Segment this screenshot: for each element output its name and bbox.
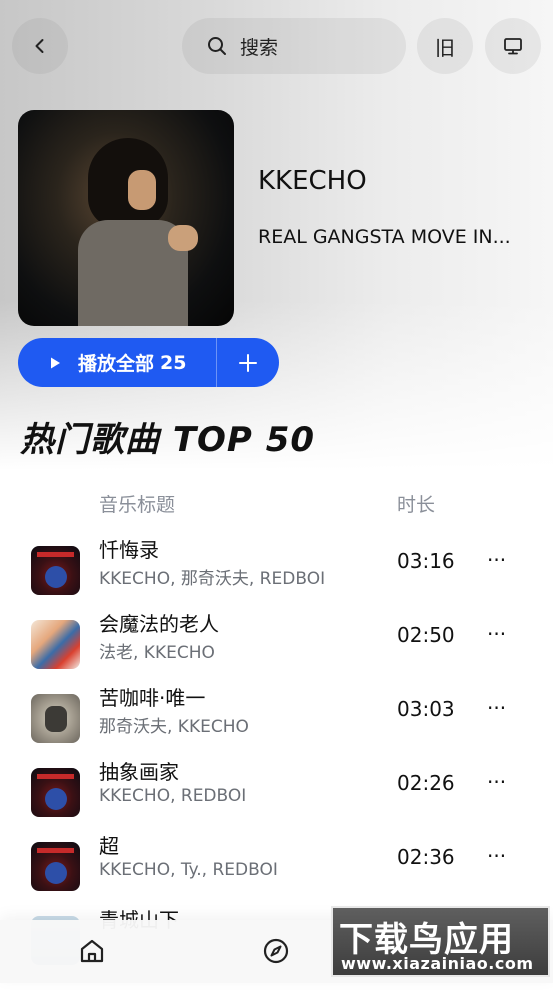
song-duration: 02:36 xyxy=(397,845,455,869)
screen-cast-button[interactable] xyxy=(485,18,541,74)
song-title: 抽象画家 xyxy=(99,760,179,784)
song-row[interactable]: 忏悔录 KKECHO, 那奇沃夫, REDBOI 03:16 ··· xyxy=(0,538,553,620)
play-all-control: 播放全部 25 xyxy=(18,338,279,387)
old-version-button[interactable]: 旧 xyxy=(417,18,473,74)
cover-art-detail xyxy=(128,170,156,210)
song-thumbnail xyxy=(31,620,80,669)
song-thumbnail xyxy=(31,768,80,817)
column-header-duration: 时长 xyxy=(397,494,436,516)
column-header-title: 音乐标题 xyxy=(99,494,176,516)
song-artists: KKECHO, 那奇沃夫, REDBOI xyxy=(99,569,326,589)
album-name[interactable]: REAL GANGSTA MOVE IN... xyxy=(258,226,538,248)
song-row[interactable]: 抽象画家 KKECHO, REDBOI 02:26 ··· xyxy=(0,760,553,842)
play-icon xyxy=(51,357,60,368)
song-duration: 02:50 xyxy=(397,623,455,647)
chevron-left-icon xyxy=(35,39,44,53)
search-bar[interactable]: 搜索 xyxy=(182,18,406,74)
song-duration: 03:16 xyxy=(397,549,455,573)
old-version-label: 旧 xyxy=(435,35,455,60)
more-options-button[interactable]: ··· xyxy=(487,696,506,720)
song-row[interactable]: 超 KKECHO, Ty., REDBOI 02:36 ··· xyxy=(0,834,553,916)
song-thumbnail xyxy=(31,842,80,891)
play-all-label: 播放全部 xyxy=(78,353,155,375)
monitor-icon xyxy=(504,38,522,55)
song-row[interactable]: 会魔法的老人 法老, KKECHO 02:50 ··· xyxy=(0,612,553,694)
header-background-fade xyxy=(0,300,553,500)
song-artists: 法老, KKECHO xyxy=(99,643,215,663)
song-title: 苦咖啡·唯一 xyxy=(99,686,206,710)
search-icon xyxy=(208,37,226,55)
play-all-button[interactable]: 播放全部 25 xyxy=(18,338,216,387)
cover-art-detail xyxy=(168,225,198,251)
song-title: 忏悔录 xyxy=(99,538,159,562)
song-thumbnail xyxy=(31,546,80,595)
song-title: 超 xyxy=(99,834,119,858)
song-duration: 02:26 xyxy=(397,771,455,795)
more-options-button[interactable]: ··· xyxy=(487,548,506,572)
nav-explore-button[interactable] xyxy=(261,936,291,966)
album-cover[interactable] xyxy=(18,110,234,326)
more-options-button[interactable]: ··· xyxy=(487,770,506,794)
song-title: 会魔法的老人 xyxy=(99,612,219,636)
more-options-button[interactable]: ··· xyxy=(487,844,506,868)
song-thumbnail xyxy=(31,694,80,743)
watermark: 下载鸟应用 www.xiazainiao.com xyxy=(331,906,550,977)
song-duration: 03:03 xyxy=(397,697,455,721)
song-artists: 那奇沃夫, KKECHO xyxy=(99,717,249,737)
watermark-url: www.xiazainiao.com xyxy=(341,954,534,973)
plus-icon xyxy=(239,353,257,372)
nav-home-button[interactable] xyxy=(77,936,107,966)
home-icon xyxy=(80,939,104,963)
more-options-button[interactable]: ··· xyxy=(487,622,506,646)
add-to-playlist-button[interactable] xyxy=(217,338,279,387)
search-label: 搜索 xyxy=(240,36,279,59)
artist-name[interactable]: KKECHO xyxy=(258,166,367,196)
song-artists: KKECHO, REDBOI xyxy=(99,786,247,806)
play-all-count: 25 xyxy=(160,351,187,374)
back-button[interactable] xyxy=(12,18,68,74)
song-row[interactable]: 苦咖啡·唯一 那奇沃夫, KKECHO 03:03 ··· xyxy=(0,686,553,768)
compass-icon xyxy=(263,938,289,964)
song-artists: KKECHO, Ty., REDBOI xyxy=(99,860,278,880)
section-title: 热门歌曲 TOP 50 xyxy=(20,420,316,460)
